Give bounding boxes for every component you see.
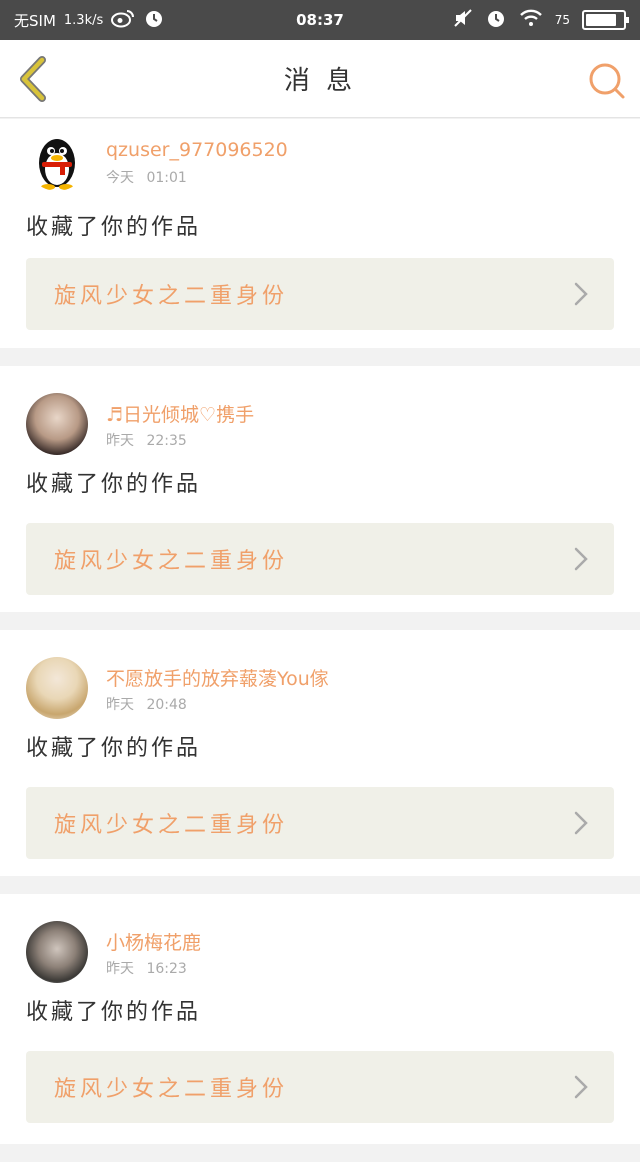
chevron-right-icon	[574, 547, 588, 571]
status-bar: 无SIM 1.3k/s 08:37 75	[0, 0, 640, 40]
message-header: 不愿放手的放弃蕔蓤You傢 昨天 20:48	[26, 630, 614, 730]
timestamp-clock: 16:23	[146, 961, 187, 977]
battery-icon	[582, 10, 629, 30]
back-arrow-icon	[20, 56, 46, 102]
action-text: 收藏了你的作品	[26, 472, 202, 497]
back-button[interactable]	[14, 56, 54, 102]
work-link[interactable]: 旋风少女之二重身份	[26, 787, 614, 859]
qq-penguin-icon	[39, 139, 75, 190]
action-text: 收藏了你的作品	[26, 215, 202, 240]
timestamp-clock: 20:48	[146, 697, 187, 713]
avatar[interactable]	[26, 393, 88, 455]
page-title: 消 息	[283, 66, 357, 96]
work-title: 旋风少女之二重身份	[54, 813, 289, 838]
timestamp-day: 昨天	[106, 697, 134, 713]
nav-bar: 消 息	[0, 40, 640, 118]
wifi-icon	[519, 9, 543, 31]
timestamp-day: 昨天	[106, 433, 134, 449]
message-header: 小杨梅花鹿 昨天 16:23	[26, 894, 614, 994]
work-link[interactable]: 旋风少女之二重身份	[26, 258, 614, 330]
carrier-label: 无SIM	[14, 11, 56, 30]
timestamp-clock: 01:01	[146, 170, 187, 186]
message-header: ♬日光倾城♡携手 昨天 22:35	[26, 366, 614, 466]
search-icon	[589, 63, 625, 99]
message-card: 不愿放手的放弃蕔蓤You傢 昨天 20:48 收藏了你的作品 旋风少女之二重身份	[0, 630, 640, 876]
alarm-icon	[143, 7, 165, 33]
chevron-right-icon	[574, 282, 588, 306]
weibo-icon	[111, 8, 135, 32]
message-card: qzuser_977096520 今天 01:01 收藏了你的作品 旋风少女之二…	[0, 119, 640, 348]
action-text: 收藏了你的作品	[26, 1000, 202, 1025]
chevron-right-icon	[574, 1075, 588, 1099]
message-card: ♬日光倾城♡携手 昨天 22:35 收藏了你的作品 旋风少女之二重身份	[0, 366, 640, 612]
alarm-icon-right	[485, 7, 507, 33]
work-title: 旋风少女之二重身份	[54, 549, 289, 574]
timestamp-clock: 22:35	[146, 433, 187, 449]
avatar[interactable]	[26, 657, 88, 719]
message-header: qzuser_977096520 今天 01:01	[26, 119, 614, 199]
timestamp-day: 今天	[106, 170, 134, 186]
work-title: 旋风少女之二重身份	[54, 284, 289, 309]
battery-percent: 75	[554, 13, 570, 27]
search-button[interactable]	[588, 62, 626, 100]
username[interactable]: 不愿放手的放弃蕔蓤You傢	[106, 664, 329, 691]
chevron-right-icon	[574, 811, 588, 835]
work-link[interactable]: 旋风少女之二重身份	[26, 1051, 614, 1123]
timestamp: 昨天 22:35	[106, 430, 187, 450]
status-right: 75	[453, 7, 629, 33]
work-title: 旋风少女之二重身份	[54, 1077, 289, 1102]
network-speed: 1.3k/s	[63, 12, 104, 28]
mute-icon	[453, 8, 473, 32]
timestamp: 昨天 16:23	[106, 958, 187, 978]
username[interactable]: 小杨梅花鹿	[106, 928, 201, 955]
avatar[interactable]	[26, 129, 88, 191]
message-list: qzuser_977096520 今天 01:01 收藏了你的作品 旋风少女之二…	[0, 119, 640, 1162]
timestamp: 昨天 20:48	[106, 694, 187, 714]
status-left: 无SIM 1.3k/s	[14, 7, 165, 33]
work-link[interactable]: 旋风少女之二重身份	[26, 523, 614, 595]
message-card: 小杨梅花鹿 昨天 16:23 收藏了你的作品 旋风少女之二重身份	[0, 894, 640, 1144]
timestamp: 今天 01:01	[106, 167, 187, 187]
timestamp-day: 昨天	[106, 961, 134, 977]
action-text: 收藏了你的作品	[26, 736, 202, 761]
username[interactable]: ♬日光倾城♡携手	[106, 400, 254, 427]
avatar[interactable]	[26, 921, 88, 983]
username[interactable]: qzuser_977096520	[106, 139, 288, 161]
